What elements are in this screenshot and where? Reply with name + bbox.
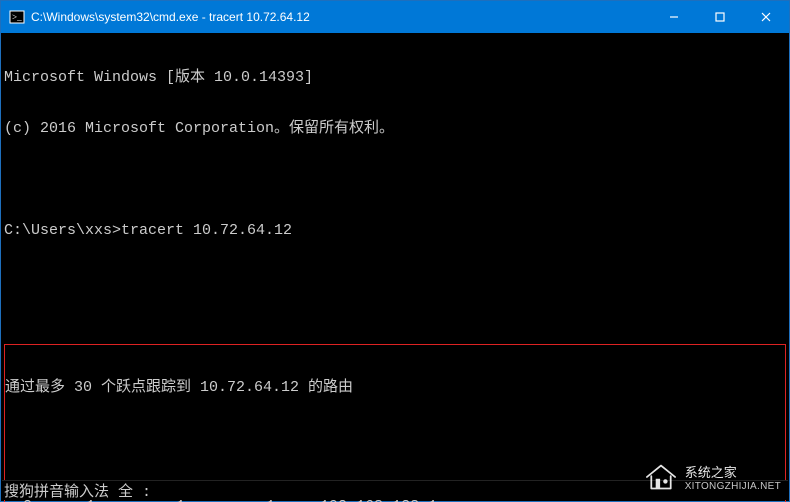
header-line: Microsoft Windows [版本 10.0.14393] (4, 69, 786, 86)
prompt-line: C:\Users\xxs>tracert 10.72.64.12 (4, 222, 786, 239)
maximize-button[interactable] (697, 1, 743, 33)
watermark-logo-icon (643, 462, 679, 497)
watermark-url: XITONGZHIJIA.NET (685, 480, 781, 494)
close-button[interactable] (743, 1, 789, 33)
blank-line (4, 171, 786, 188)
prompt-path: C:\Users\xxs> (4, 222, 121, 239)
window-controls (651, 1, 789, 33)
minimize-button[interactable] (651, 1, 697, 33)
blank-line (5, 430, 785, 447)
prompt-command: tracert 10.72.64.12 (121, 222, 292, 239)
trace-title: 通过最多 30 个跃点跟踪到 10.72.64.12 的路由 (5, 379, 785, 396)
titlebar[interactable]: >_ C:\Windows\system32\cmd.exe - tracert… (1, 1, 789, 33)
cmd-icon: >_ (9, 9, 25, 25)
window-title: C:\Windows\system32\cmd.exe - tracert 10… (31, 10, 310, 24)
terminal-output[interactable]: Microsoft Windows [版本 10.0.14393] (c) 20… (2, 34, 788, 500)
titlebar-left: >_ C:\Windows\system32\cmd.exe - tracert… (9, 9, 310, 25)
app-window: >_ C:\Windows\system32\cmd.exe - tracert… (0, 0, 790, 502)
watermark-brand: 系统之家 (685, 466, 781, 480)
watermark-text: 系统之家 XITONGZHIJIA.NET (685, 466, 781, 494)
watermark: 系统之家 XITONGZHIJIA.NET (643, 462, 781, 497)
blank-line (4, 273, 786, 290)
svg-text:>_: >_ (12, 12, 22, 22)
ime-status-text: 搜狗拼音输入法 全 : (4, 480, 151, 501)
copyright-line: (c) 2016 Microsoft Corporation。保留所有权利。 (4, 120, 786, 137)
